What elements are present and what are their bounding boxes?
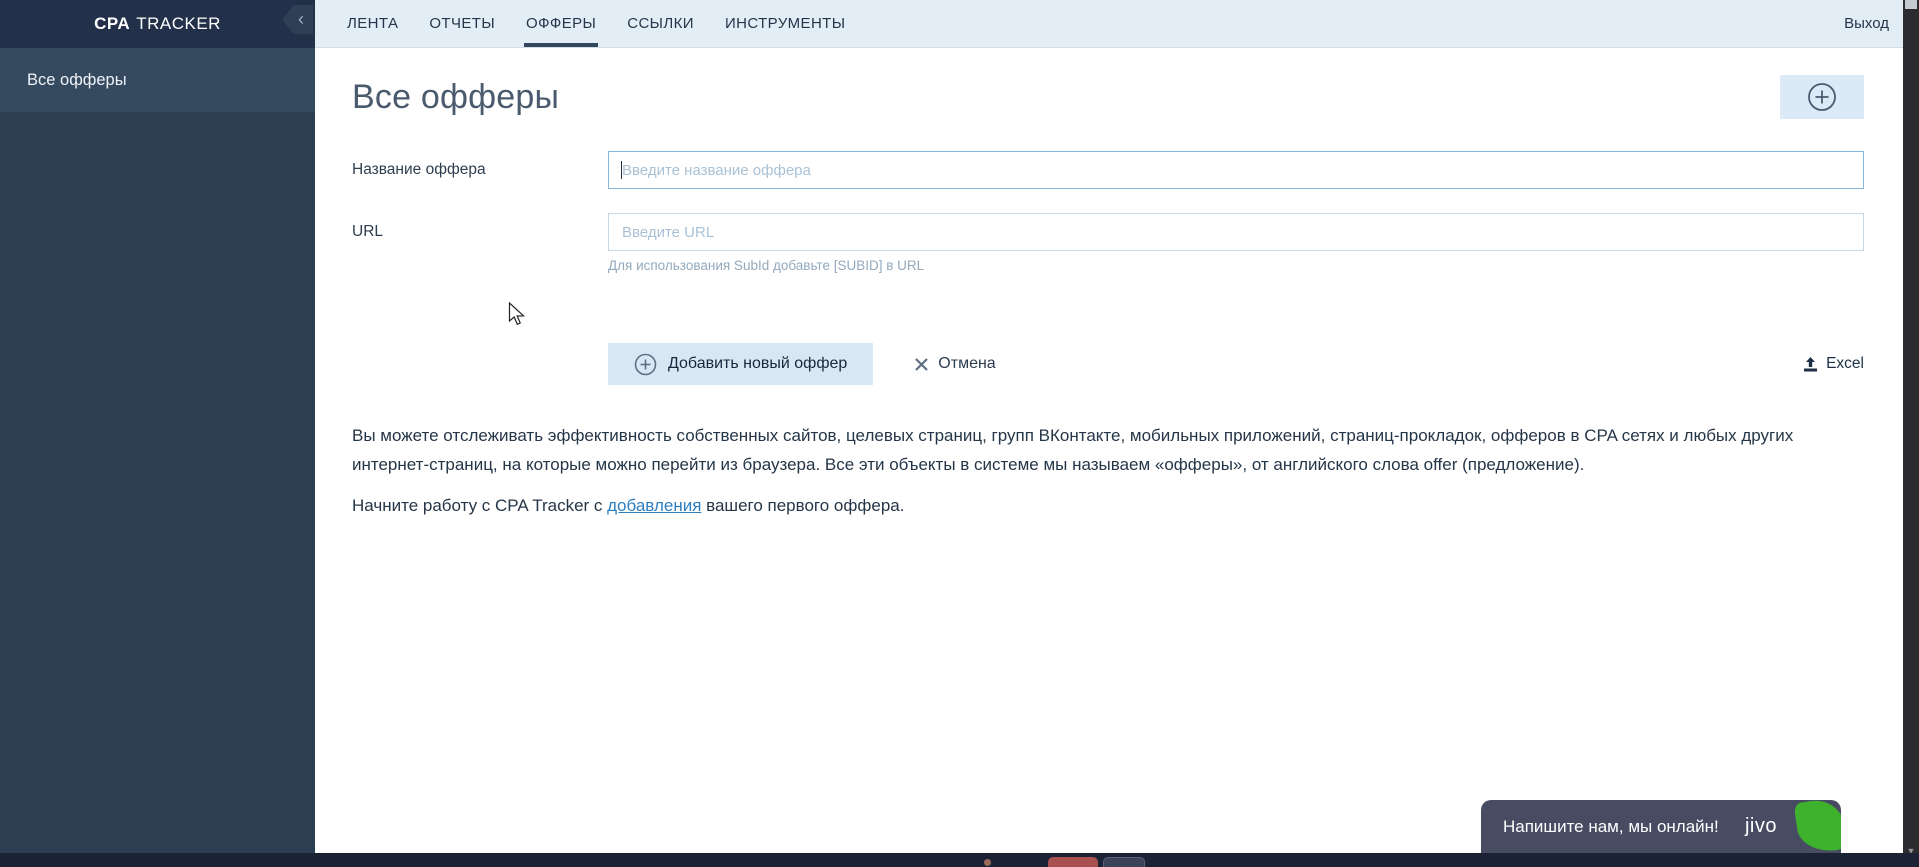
sidebar: CPA TRACKER Все офферы (0, 0, 315, 867)
offer-url-row: URL Для использования SubId добавьте [SU… (352, 213, 1864, 273)
offer-name-field-wrap (608, 151, 1864, 189)
chevron-left-icon: ‹ (298, 9, 304, 29)
main-content: Все офферы Название оффера URL (315, 48, 1903, 853)
add-offer-button[interactable] (1780, 75, 1864, 119)
add-new-offer-button[interactable]: Добавить новый оффер (608, 343, 874, 385)
tab-instrumenty[interactable]: ИНСТРУМЕНТЫ (723, 0, 848, 47)
actions-field: Добавить новый оффер Отмена Excel (608, 343, 1864, 385)
getting-started-text: Начните работу с CPA Tracker с добавлени… (352, 496, 1864, 516)
logo-text: TRACKER (136, 14, 221, 33)
main-tabs: ЛЕНТА ОТЧЕТЫ ОФФЕРЫ ССЫЛКИ ИНСТРУМЕНТЫ (345, 0, 847, 47)
sidebar-item-all-offers[interactable]: Все офферы (0, 48, 315, 112)
logo-text-bold: CPA (94, 14, 131, 33)
app-window: ЛЕНТА ОТЧЕТЫ ОФФЕРЫ ССЫЛКИ ИНСТРУМЕНТЫ В… (0, 0, 1919, 867)
cancel-label: Отмена (938, 355, 996, 372)
top-navigation-bar: ЛЕНТА ОТЧЕТЫ ОФФЕРЫ ССЫЛКИ ИНСТРУМЕНТЫ В… (315, 0, 1903, 48)
title-row: Все офферы (352, 75, 1864, 120)
taskbar-gray-button (1103, 857, 1145, 867)
cancel-button[interactable]: Отмена (914, 355, 996, 373)
offer-url-label: URL (352, 223, 384, 240)
add-first-offer-link[interactable]: добавления (607, 496, 701, 515)
start-text-after: вашего первого оффера. (701, 496, 905, 515)
tab-offery[interactable]: ОФФЕРЫ (524, 0, 599, 47)
upload-icon (1804, 356, 1818, 371)
chat-widget[interactable]: Напишите нам, мы онлайн! jivo (1481, 800, 1841, 853)
add-new-offer-label: Добавить новый оффер (668, 355, 848, 372)
x-icon (915, 357, 929, 371)
subid-hint: Для использования SubId добавьте [SUBID]… (608, 258, 925, 273)
intro-text: Вы можете отслеживать эффективность собс… (352, 426, 1794, 474)
tab-ssylki[interactable]: ССЫЛКИ (625, 0, 696, 47)
page-title: Все офферы (352, 78, 560, 116)
offer-name-input[interactable] (608, 151, 1864, 189)
tab-lenta[interactable]: ЛЕНТА (345, 0, 400, 47)
page-scrollbar[interactable]: ▼ (1903, 0, 1919, 867)
tab-otchety[interactable]: ОТЧЕТЫ (427, 0, 497, 47)
add-offer-form: Название оффера URL Для использования Su… (352, 151, 1864, 385)
offer-url-field-wrap: Для использования SubId добавьте [SUBID]… (608, 213, 1864, 273)
jivo-logo: jivo (1744, 815, 1777, 837)
start-text-before: Начните работу с CPA Tracker с (352, 496, 608, 515)
chat-message: Напишите нам, мы онлайн! (1503, 816, 1719, 836)
form-actions-row: Добавить новый оффер Отмена Excel (352, 343, 1864, 385)
plus-circle-icon (634, 353, 657, 375)
jivo-leaf-icon (1793, 800, 1841, 853)
scrollbar-thumb[interactable] (1905, 0, 1917, 9)
taskbar-edge (0, 853, 1919, 867)
logout-link[interactable]: Выход (1844, 0, 1889, 47)
offer-url-input[interactable] (608, 213, 1864, 251)
excel-export-button[interactable]: Excel (1802, 355, 1864, 373)
taskbar-dot-icon (984, 859, 991, 866)
offer-name-row: Название оффера (352, 151, 1864, 189)
text-caret (621, 161, 622, 179)
sidebar-header: CPA TRACKER (0, 0, 315, 48)
offer-name-label: Название оффера (352, 161, 486, 178)
plus-circle-icon (1808, 83, 1836, 111)
excel-label: Excel (1826, 355, 1864, 372)
taskbar-red-button (1048, 857, 1098, 867)
